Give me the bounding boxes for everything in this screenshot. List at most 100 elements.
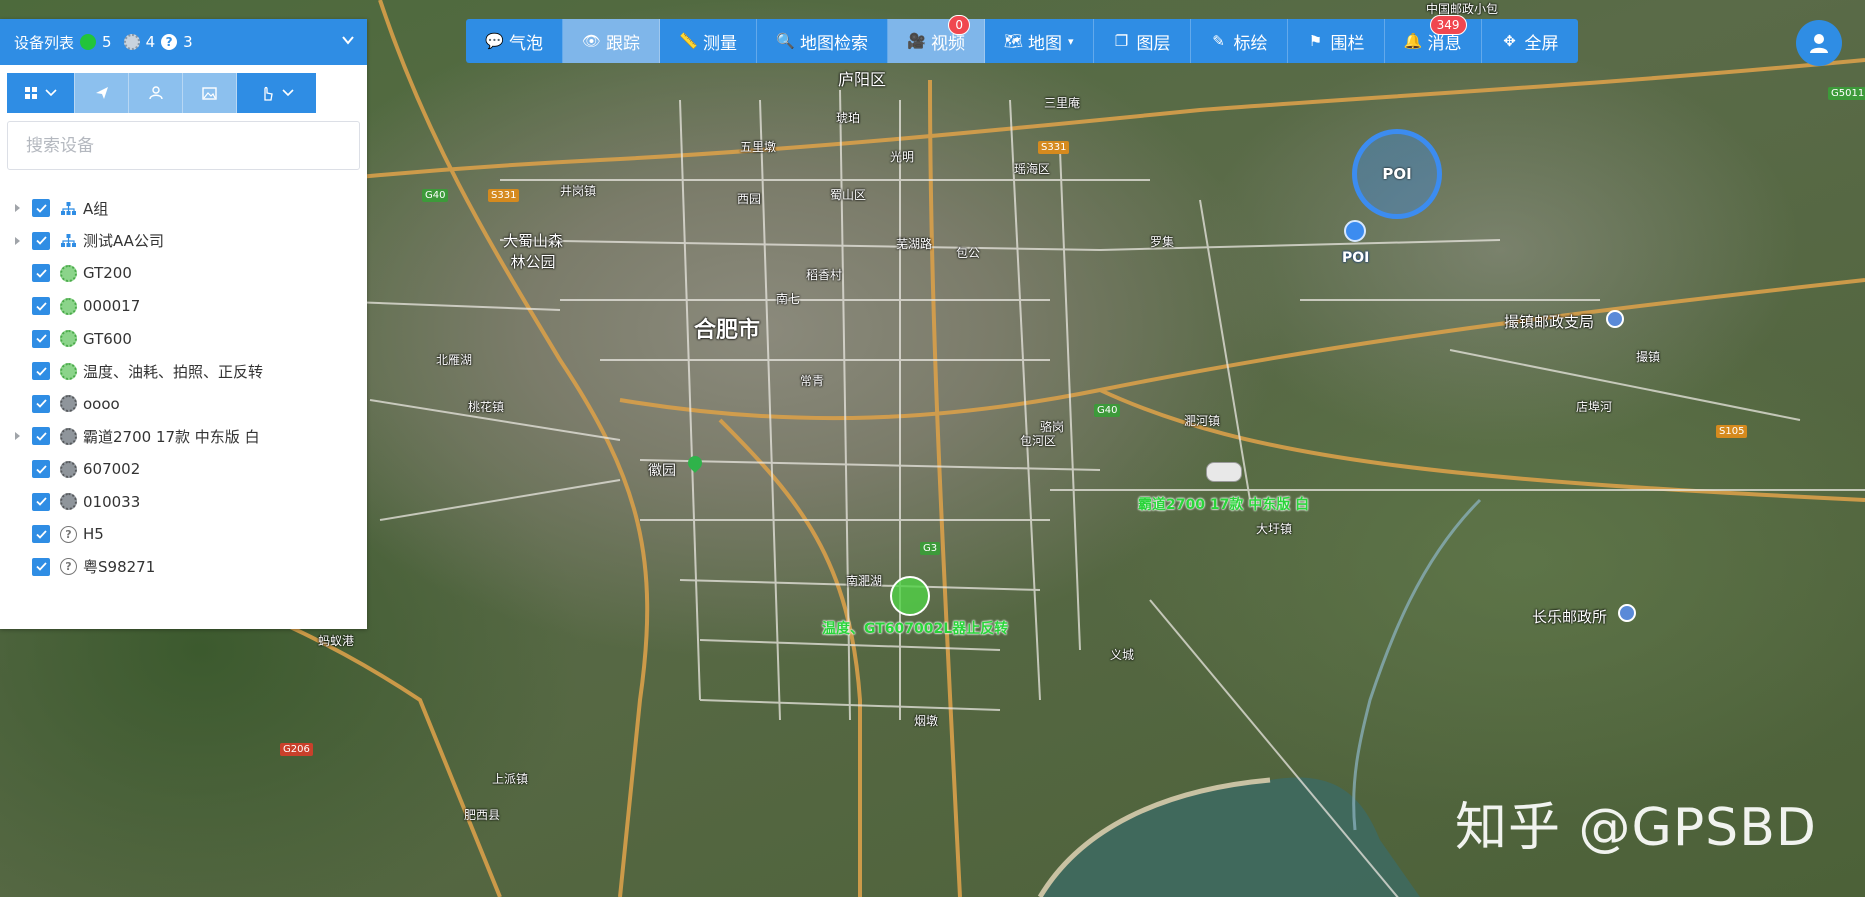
vehicle-marker-icon[interactable] — [890, 576, 930, 616]
checkbox[interactable] — [32, 231, 50, 250]
toolbar-button[interactable]: 📏 测量 — [660, 19, 757, 63]
device-tree: A组测试AA公司 GT200 000017 GT600 温度、油耗、拍照、正反转 oooo… — [0, 192, 367, 583]
post-office-icon[interactable] — [1618, 604, 1636, 622]
search-icon: 🔍 — [776, 32, 795, 50]
checkbox[interactable] — [32, 492, 50, 511]
toolbar-button-label: 图层 — [1136, 33, 1171, 54]
toolbar-button[interactable]: ⚑ 围栏 — [1288, 19, 1385, 63]
checkbox[interactable] — [32, 264, 50, 283]
checkbox[interactable] — [32, 460, 50, 479]
landmark-label: 徽园 — [648, 463, 676, 479]
map-label: 罗集 — [1150, 235, 1175, 249]
device-tree-label: 粤S98271 — [83, 558, 156, 577]
watermark: 知乎 @GPSBD — [1455, 798, 1817, 858]
device-search-input[interactable] — [26, 135, 341, 156]
user-avatar-button[interactable] — [1796, 20, 1842, 66]
device-tree-label: A组 — [83, 199, 109, 218]
map-label: 南淝湖 — [846, 574, 883, 588]
device-tree-item[interactable]: 000017 — [0, 290, 367, 323]
toolbar-button[interactable]: ✥ 全屏 — [1482, 19, 1578, 63]
view-mode-dropdown[interactable] — [7, 73, 74, 113]
device-tree-item[interactable]: GT600 — [0, 322, 367, 355]
checkbox[interactable] — [32, 525, 50, 544]
expand-caret-icon[interactable] — [15, 432, 20, 441]
poi-marker[interactable] — [1344, 220, 1366, 242]
offline-device-icon — [60, 493, 77, 511]
image-button[interactable] — [182, 73, 236, 113]
brush-icon: ✎ — [1212, 32, 1225, 50]
fullscreen-icon: ✥ — [1503, 32, 1516, 50]
toolbar-button[interactable]: 🎥 视频 0 — [888, 15, 985, 63]
person-icon — [148, 86, 163, 100]
map-label: 瑶海区 — [1014, 162, 1051, 176]
expand-caret-icon[interactable] — [15, 204, 20, 212]
device-list-panel: 设备列表 5 4 ? 3 A组测试AA公司GT200000017G — [0, 19, 367, 629]
device-tree-item[interactable]: oooo — [0, 388, 367, 421]
checkbox[interactable] — [32, 394, 50, 413]
chevron-down-icon — [281, 89, 294, 97]
map-label: 烟墩 — [914, 714, 939, 728]
gesture-tool-dropdown[interactable] — [236, 73, 316, 113]
toolbar-button-label: 跟踪 — [606, 33, 640, 54]
device-tree-label: GT200 — [83, 264, 132, 283]
map-label: 南七 — [776, 292, 801, 306]
map-label: 北雁湖 — [436, 353, 473, 367]
vehicle-car-icon[interactable] — [1206, 462, 1242, 482]
road-shield: S331 — [1038, 141, 1070, 154]
send-command-button[interactable] — [74, 73, 128, 113]
road-shield: G40 — [422, 189, 449, 202]
checkbox[interactable] — [32, 199, 50, 218]
toolbar-button[interactable]: ✎ 标绘 — [1191, 19, 1288, 63]
toolbar-button[interactable]: ❐ 图层 — [1094, 19, 1191, 63]
checkbox[interactable] — [32, 362, 50, 381]
hand-pointer-icon — [263, 86, 273, 101]
user-filter-button[interactable] — [128, 73, 182, 113]
poi-cluster-marker[interactable]: POI — [1352, 129, 1442, 219]
toolbar-button-label: 全屏 — [1524, 33, 1559, 54]
map-label: 撮镇邮政支局 — [1504, 313, 1595, 331]
device-tree-item[interactable]: 010033 — [0, 485, 367, 518]
device-tree-label: 霸道2700 17款 中东版 白 — [83, 427, 260, 446]
device-tree-item[interactable]: GT200 — [0, 257, 367, 290]
toolbar-button[interactable]: 👁 跟踪 — [563, 19, 660, 63]
map-toolbar: 💬 气泡 👁 跟踪 📏 测量 🔍 地图检索 🎥 视频 0 🗺 地图 ▾ ❐ 图层 ✎ 标绘 ⚑ 围栏 🔔 消息 349 ✥ 全屏 — [466, 15, 1578, 63]
map-label: 包公 — [956, 246, 981, 260]
device-tree-item[interactable]: ? 粤S98271 — [0, 551, 367, 584]
device-tree-item[interactable]: 607002 — [0, 453, 367, 486]
device-tree-item[interactable]: ? H5 — [0, 518, 367, 551]
device-tree-item[interactable]: 测试AA公司 — [0, 225, 367, 258]
device-tree-item[interactable]: A组 — [0, 192, 367, 225]
checkbox[interactable] — [32, 329, 50, 348]
vehicle-label[interactable]: 温度、GT607002L器止反转 — [822, 618, 1008, 638]
toolbar-button[interactable]: 🔍 地图检索 — [757, 19, 888, 63]
offline-device-icon — [60, 460, 77, 478]
device-tree-item[interactable]: 霸道2700 17款 中东版 白 — [0, 420, 367, 453]
map-label: 上派镇 — [492, 772, 529, 786]
toolbar-button[interactable]: 🔔 消息 349 — [1385, 15, 1482, 63]
road-shield: G206 — [280, 743, 313, 756]
toolbar-button-label: 标绘 — [1233, 33, 1268, 54]
map-label: 西园 — [737, 192, 762, 206]
online-device-icon — [60, 330, 77, 348]
device-search-box — [7, 121, 360, 170]
map-label: 骆岗 — [1040, 420, 1065, 434]
device-list-header[interactable]: 设备列表 5 4 ? 3 — [0, 19, 367, 65]
user-icon — [1810, 34, 1828, 53]
map-label: 肥西县 — [464, 808, 501, 822]
device-tree-item[interactable]: 温度、油耗、拍照、正反转 — [0, 355, 367, 388]
map-label: 长乐邮政所 — [1532, 608, 1608, 626]
map-label: 撮镇 — [1636, 350, 1661, 364]
toolbar-button[interactable]: 🗺 地图 ▾ — [985, 19, 1094, 63]
checkbox[interactable] — [32, 427, 50, 446]
unknown-status-icon: ? — [161, 34, 178, 50]
checkbox[interactable] — [32, 297, 50, 316]
checkbox[interactable] — [32, 557, 50, 576]
post-office-icon[interactable] — [1606, 310, 1624, 328]
park-label: 大蜀山森林公园 — [502, 232, 563, 271]
toolbar-button[interactable]: 💬 气泡 — [466, 19, 563, 63]
vehicle-label[interactable]: 霸道2700 17款 中东版 白 — [1138, 494, 1309, 514]
chevron-down-icon: ▾ — [1068, 34, 1074, 48]
chevron-down-icon[interactable] — [341, 33, 355, 47]
video-off-icon: 🎥 — [907, 32, 926, 50]
expand-caret-icon[interactable] — [15, 236, 20, 245]
